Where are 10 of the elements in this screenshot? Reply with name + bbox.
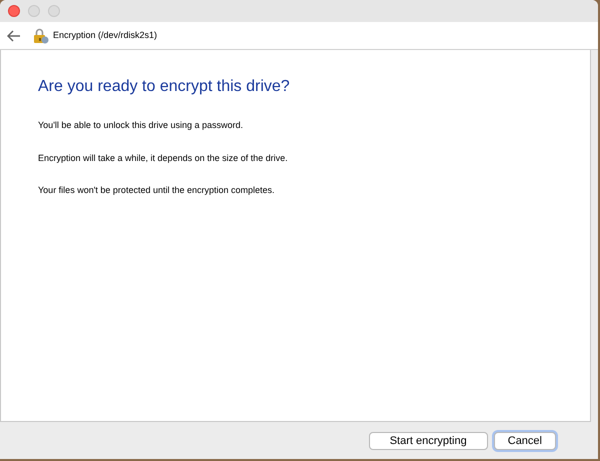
close-icon[interactable] <box>8 5 20 17</box>
heading: Are you ready to encrypt this drive? <box>38 77 291 97</box>
body-text: Your files won't be protected until the encryption completes. <box>38 184 276 197</box>
page-title: Encryption (/dev/rdisk2s1) <box>53 28 158 42</box>
cancel-button[interactable]: Cancel <box>494 432 556 450</box>
body-text: Encryption will take a while, it depends on the size of the drive. <box>38 152 289 165</box>
body-text: You'll be able to unlock this drive using a password. <box>38 119 244 132</box>
start-button[interactable]: Start encrypting <box>368 432 488 450</box>
lock-icon <box>33 28 49 44</box>
back-icon[interactable] <box>7 30 21 42</box>
